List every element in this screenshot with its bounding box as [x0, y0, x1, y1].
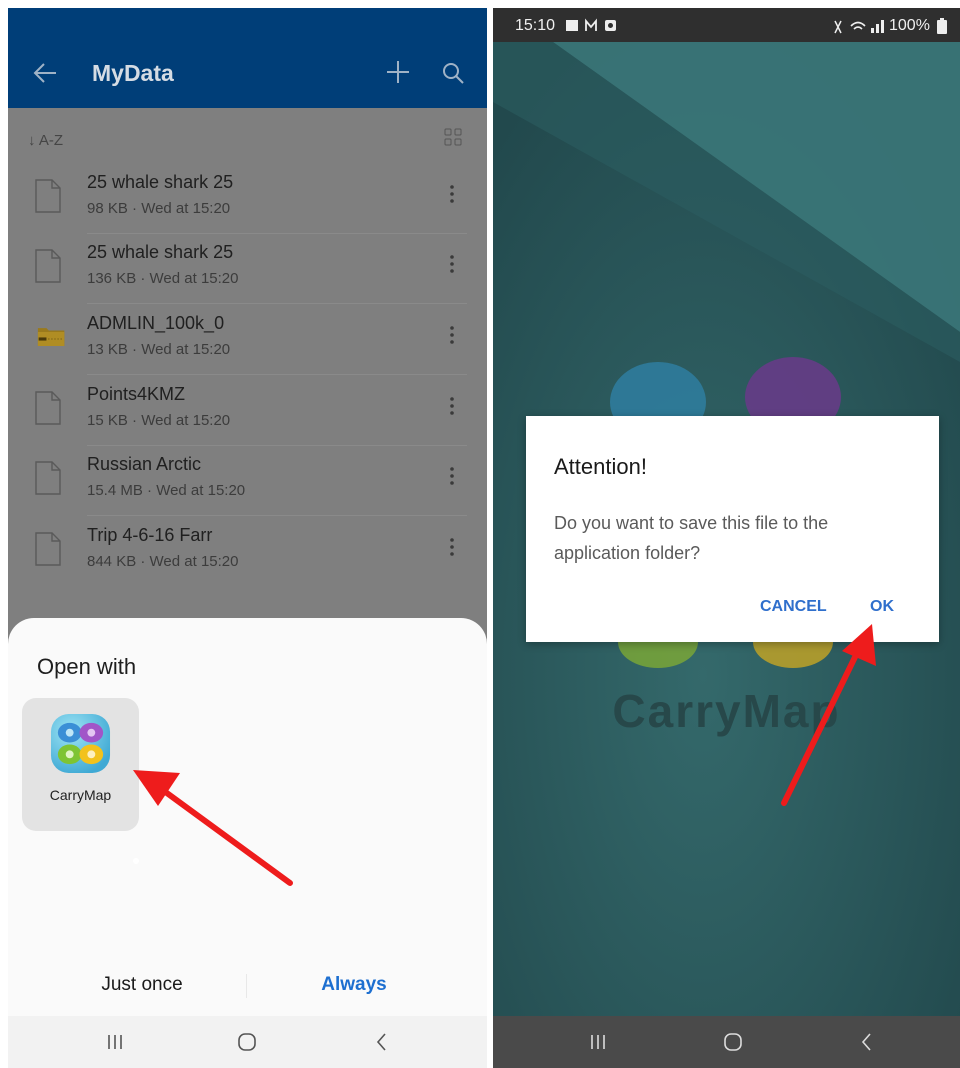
carrymap-app-icon [50, 713, 111, 774]
file-row[interactable]: 25 whale shark 25 98 KB · Wed at 15:20 [8, 164, 487, 234]
dialog-title: Attention! [554, 454, 647, 479]
battery-icon [937, 18, 947, 34]
more-options-icon[interactable] [440, 323, 464, 347]
signal-wifi-icons [834, 20, 884, 34]
document-icon [35, 461, 61, 495]
file-name: 25 whale shark 25 [87, 242, 234, 262]
document-icon [35, 391, 61, 425]
app-bar: MyData [8, 8, 487, 108]
files-app-screen: MyData ↓ A-Z 25 whale shark 25 98 KB · W… [8, 8, 487, 1068]
back-icon[interactable] [370, 1030, 394, 1054]
file-meta: 15 KB · Wed at 15:20 [87, 412, 231, 429]
search-icon[interactable] [442, 62, 464, 84]
app-option-carrymap[interactable]: CarryMap [22, 698, 139, 831]
back-arrow-icon[interactable] [32, 60, 58, 86]
more-options-icon[interactable] [440, 252, 464, 276]
divider [87, 303, 467, 304]
attention-dialog: Attention! Do you want to save this file… [526, 416, 939, 642]
carrymap-screen: CarryMap 15:10 100% Attention! Do you wa… [493, 8, 960, 1068]
file-meta: 844 KB · Wed at 15:20 [87, 553, 239, 570]
more-options-icon[interactable] [440, 182, 464, 206]
more-options-icon[interactable] [440, 464, 464, 488]
more-options-icon[interactable] [440, 535, 464, 559]
divider [87, 374, 467, 375]
home-icon[interactable] [235, 1030, 259, 1054]
more-options-icon[interactable] [440, 394, 464, 418]
file-row[interactable]: Russian Arctic 15.4 MB · Wed at 15:20 [8, 446, 487, 516]
just-once-button[interactable]: Just once [52, 974, 232, 996]
file-name: Russian Arctic [87, 454, 202, 474]
sort-bar: ↓ A-Z [8, 108, 487, 164]
recent-apps-icon[interactable] [103, 1030, 127, 1054]
system-nav-bar [493, 1016, 960, 1068]
back-icon[interactable] [855, 1030, 879, 1054]
document-icon [35, 179, 61, 213]
file-meta: 15.4 MB · Wed at 15:20 [87, 482, 246, 499]
add-icon[interactable] [386, 60, 410, 84]
divider [87, 515, 467, 516]
dialog-message: Do you want to save this file to the app… [554, 513, 829, 563]
sort-order-button[interactable]: ↓ A-Z [28, 132, 63, 149]
file-name: Trip 4-6-16 Farr [87, 525, 213, 545]
status-time: 15:10 [515, 17, 556, 34]
file-name: 25 whale shark 25 [87, 172, 234, 192]
document-icon [35, 249, 61, 283]
home-icon[interactable] [721, 1030, 745, 1054]
always-button[interactable]: Always [264, 974, 444, 996]
file-meta: 13 KB · Wed at 15:20 [87, 341, 231, 358]
page-indicator-dot [133, 858, 139, 864]
open-with-sheet: Open with CarryMap Just once Always [8, 618, 487, 1016]
splash-logo-text: CarryMap [612, 685, 841, 737]
ok-button[interactable]: OK [870, 598, 894, 616]
page-title: MyData [92, 60, 174, 86]
cancel-button[interactable]: CANCEL [760, 598, 827, 616]
system-nav-bar [8, 1016, 487, 1068]
file-meta: 98 KB · Wed at 15:20 [87, 200, 231, 217]
battery-percent: 100% [889, 17, 930, 34]
file-name: Points4KMZ [87, 384, 186, 404]
file-row[interactable]: Points4KMZ 15 KB · Wed at 15:20 [8, 376, 487, 446]
file-row[interactable]: Trip 4-6-16 Farr 844 KB · Wed at 15:20 [8, 517, 487, 587]
file-meta: 136 KB · Wed at 15:20 [87, 270, 239, 287]
button-divider [246, 974, 247, 998]
file-row[interactable]: 25 whale shark 25 136 KB · Wed at 15:20 [8, 234, 487, 304]
grid-view-icon[interactable] [444, 128, 462, 146]
file-row[interactable]: ADMLIN_100k_0 13 KB · Wed at 15:20 [8, 305, 487, 375]
status-bar: 15:10 100% [493, 8, 960, 42]
app-label: CarryMap [49, 787, 112, 803]
sheet-title: Open with [37, 654, 137, 679]
zip-folder-icon [37, 328, 65, 346]
file-name: ADMLIN_100k_0 [87, 313, 225, 333]
recent-apps-icon[interactable] [586, 1030, 610, 1054]
notification-icons [566, 18, 616, 31]
document-icon [35, 532, 61, 566]
